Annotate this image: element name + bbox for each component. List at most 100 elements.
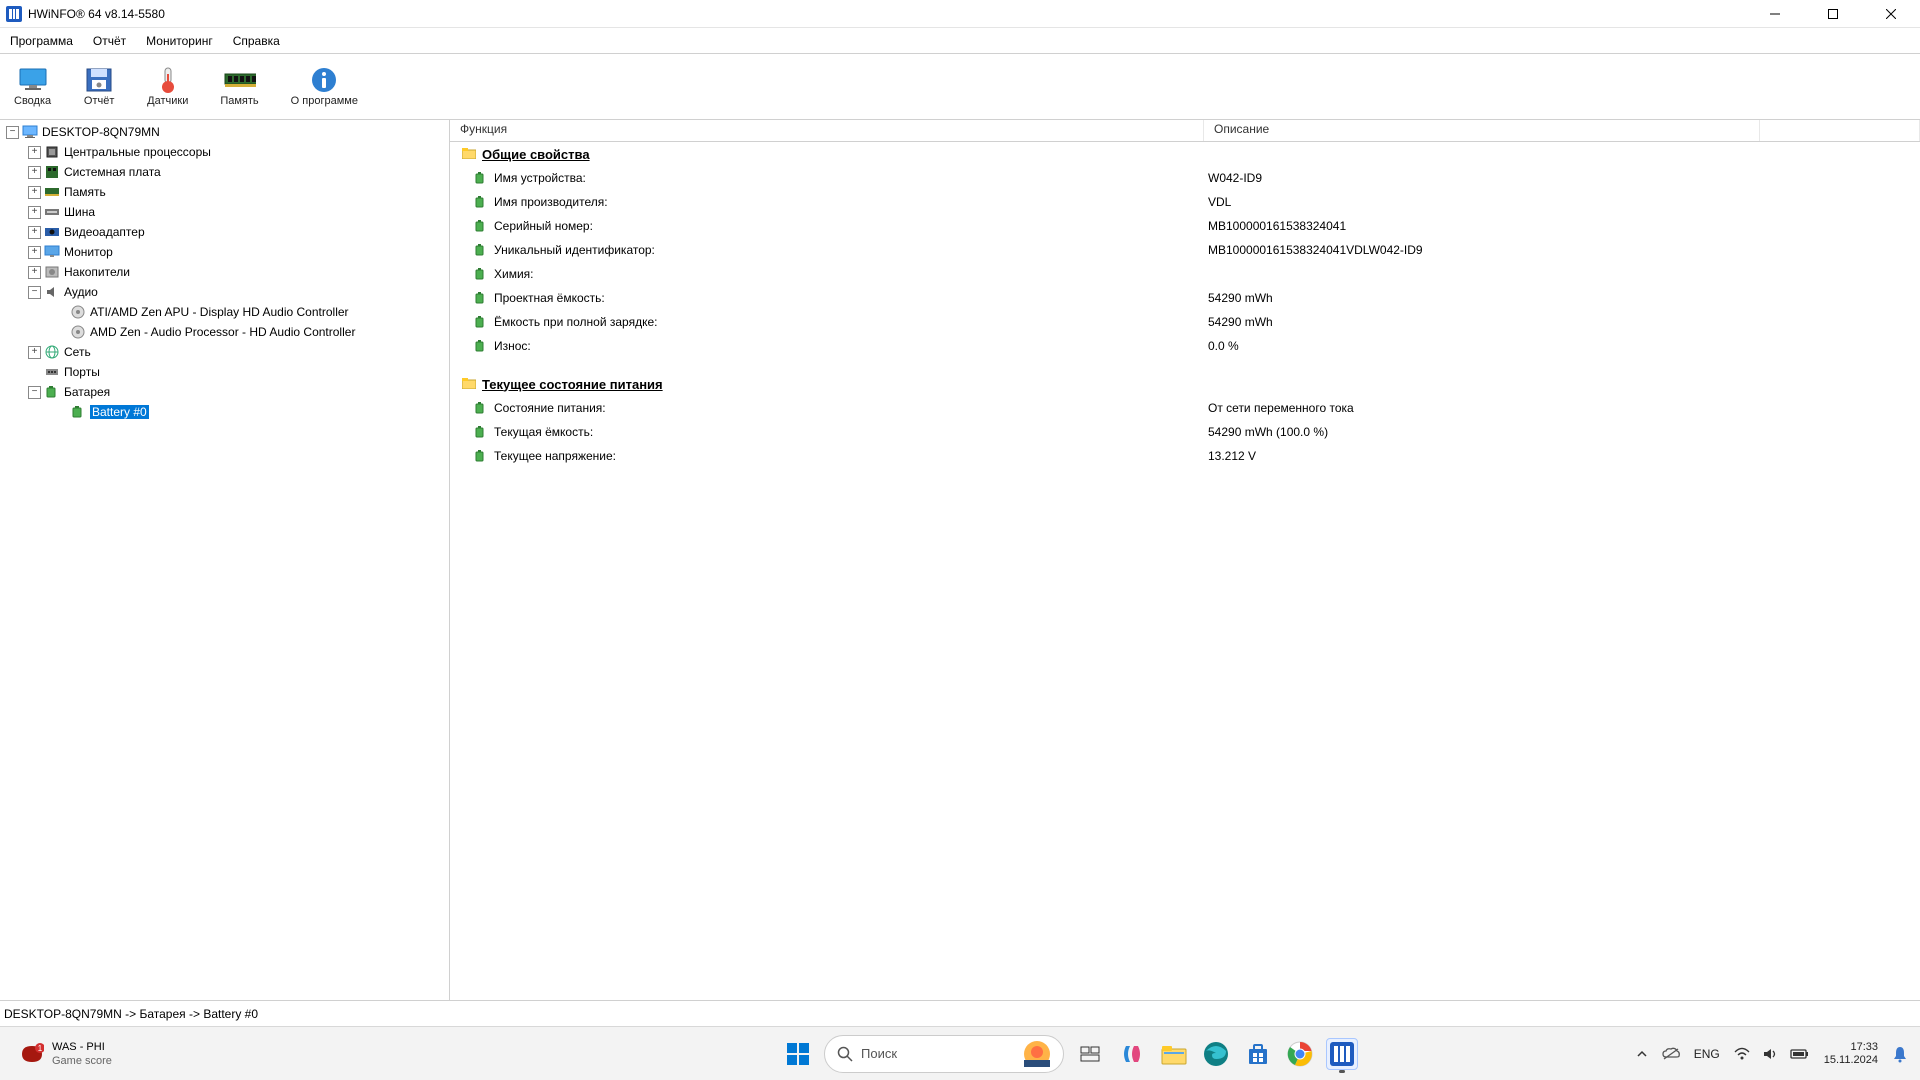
tree-item[interactable]: +Монитор (6, 242, 449, 262)
menu-report[interactable]: Отчёт (83, 28, 136, 53)
tree-pane[interactable]: − DESKTOP-8QN79MN +Центральные процессор… (0, 120, 450, 1000)
collapse-icon[interactable]: − (28, 286, 41, 299)
collapse-icon[interactable]: − (28, 386, 41, 399)
tree-child-item[interactable]: Battery #0 (6, 402, 449, 422)
column-description[interactable]: Описание (1204, 120, 1760, 141)
tray-chevron-icon[interactable] (1636, 1048, 1648, 1060)
property-row[interactable]: Серийный номер:MB100000161538324041 (450, 214, 1920, 238)
tree-item[interactable]: +Память (6, 182, 449, 202)
property-value: 54290 mWh (1204, 291, 1920, 305)
tree-item[interactable]: Порты (6, 362, 449, 382)
clock[interactable]: 17:33 15.11.2024 (1824, 1041, 1878, 1067)
collapse-icon[interactable]: − (6, 126, 19, 139)
tree-item-label: Аудио (64, 285, 98, 299)
property-row[interactable]: Имя производителя:VDL (450, 190, 1920, 214)
toolbar-sensors[interactable]: Датчики (143, 65, 192, 109)
property-row[interactable]: Состояние питания:От сети переменного то… (450, 396, 1920, 420)
property-row[interactable]: Текущее напряжение:13.212 V (450, 444, 1920, 468)
onedrive-icon[interactable] (1662, 1047, 1680, 1061)
toolbar-summary[interactable]: Сводка (10, 65, 55, 109)
menu-help[interactable]: Справка (223, 28, 290, 53)
copilot-button[interactable] (1116, 1038, 1148, 1070)
expand-icon[interactable]: + (28, 246, 41, 259)
battery-icon (474, 171, 488, 185)
maximize-button[interactable] (1804, 0, 1862, 27)
property-row[interactable]: Износ:0.0 % (450, 334, 1920, 358)
chip-icon (70, 324, 86, 340)
tree-child-label: Battery #0 (90, 405, 149, 419)
tree-root[interactable]: − DESKTOP-8QN79MN (6, 122, 449, 142)
section-title: Текущее состояние питания (482, 377, 663, 392)
expand-icon[interactable]: + (28, 146, 41, 159)
menubar: Программа Отчёт Мониторинг Справка (0, 28, 1920, 54)
hdd-icon (44, 264, 60, 280)
chrome-button[interactable] (1284, 1038, 1316, 1070)
tree-child-label: AMD Zen - Audio Processor - HD Audio Con… (90, 325, 355, 339)
taskbar-search[interactable]: Поиск (824, 1035, 1064, 1073)
start-button[interactable] (782, 1038, 814, 1070)
gpu-icon (44, 224, 60, 240)
property-row[interactable]: Химия: (450, 262, 1920, 286)
tree-item[interactable]: + Накопители (6, 262, 449, 282)
explorer-button[interactable] (1158, 1038, 1190, 1070)
chip-icon (70, 304, 86, 320)
toolbar-report[interactable]: Отчёт (79, 65, 119, 109)
property-label: Ёмкость при полной зарядке: (494, 315, 657, 329)
property-row[interactable]: Ёмкость при полной зарядке:54290 mWh (450, 310, 1920, 334)
toolbar-memory[interactable]: Память (216, 65, 262, 109)
svg-text:1: 1 (38, 1044, 43, 1053)
detail-pane: Функция Описание Общие свойстваИмя устро… (450, 120, 1920, 1000)
expand-icon[interactable]: + (28, 186, 41, 199)
tree-item-label: Накопители (64, 265, 130, 279)
tree-item[interactable]: +Сеть (6, 342, 449, 362)
info-icon (308, 67, 340, 93)
detail-body: Общие свойстваИмя устройства:W042-ID9Имя… (450, 142, 1920, 474)
volume-icon[interactable] (1762, 1047, 1778, 1061)
property-row[interactable]: Уникальный идентификатор:MB1000001615383… (450, 238, 1920, 262)
aud-icon (44, 284, 60, 300)
mon-icon (44, 244, 60, 260)
property-row[interactable]: Имя устройства:W042-ID9 (450, 166, 1920, 190)
expand-icon[interactable]: + (28, 166, 41, 179)
edge-button[interactable] (1200, 1038, 1232, 1070)
property-row[interactable]: Текущая ёмкость:54290 mWh (100.0 %) (450, 420, 1920, 444)
menu-program[interactable]: Программа (0, 28, 83, 53)
battery-icon (474, 449, 488, 463)
tree-child-item[interactable]: AMD Zen - Audio Processor - HD Audio Con… (6, 322, 449, 342)
hwinfo-taskbar-button[interactable] (1326, 1038, 1358, 1070)
battery-icon[interactable] (1790, 1048, 1810, 1060)
news-widget[interactable]: 1 WAS - PHI Game score (20, 1040, 112, 1068)
language-indicator[interactable]: ENG (1694, 1047, 1720, 1061)
expand-icon[interactable]: + (28, 226, 41, 239)
property-value: VDL (1204, 195, 1920, 209)
column-function[interactable]: Функция (450, 120, 1204, 141)
tree-item[interactable]: −Батарея (6, 382, 449, 402)
expand-icon[interactable]: + (28, 266, 41, 279)
expand-icon[interactable]: + (28, 206, 41, 219)
close-button[interactable] (1862, 0, 1920, 27)
wifi-icon[interactable] (1734, 1047, 1750, 1061)
taskbar-widgets[interactable]: 1 WAS - PHI Game score (0, 1040, 580, 1068)
toolbar-about[interactable]: О программе (287, 65, 362, 109)
battery-icon (474, 243, 488, 257)
tree-child-item[interactable]: ATI/AMD Zen APU - Display HD Audio Contr… (6, 302, 449, 322)
tree-item[interactable]: − Аудио (6, 282, 449, 302)
menu-monitoring[interactable]: Мониторинг (136, 28, 223, 53)
tree-item[interactable]: + Шина (6, 202, 449, 222)
folder-icon (462, 147, 476, 161)
property-row[interactable]: Проектная ёмкость:54290 mWh (450, 286, 1920, 310)
tree-item-label: Шина (64, 205, 95, 219)
property-label: Имя устройства: (494, 171, 586, 185)
tree-item[interactable]: +Видеоадаптер (6, 222, 449, 242)
minimize-button[interactable] (1746, 0, 1804, 27)
thermometer-icon (152, 67, 184, 93)
notifications-icon[interactable] (1892, 1045, 1908, 1063)
column-extra[interactable] (1760, 120, 1920, 141)
store-button[interactable] (1242, 1038, 1274, 1070)
tree-item[interactable]: +Системная плата (6, 162, 449, 182)
expand-icon[interactable]: + (28, 346, 41, 359)
battery-icon (474, 267, 488, 281)
task-view-button[interactable] (1074, 1038, 1106, 1070)
tree-item[interactable]: +Центральные процессоры (6, 142, 449, 162)
taskbar-center: Поиск (580, 1035, 1560, 1073)
